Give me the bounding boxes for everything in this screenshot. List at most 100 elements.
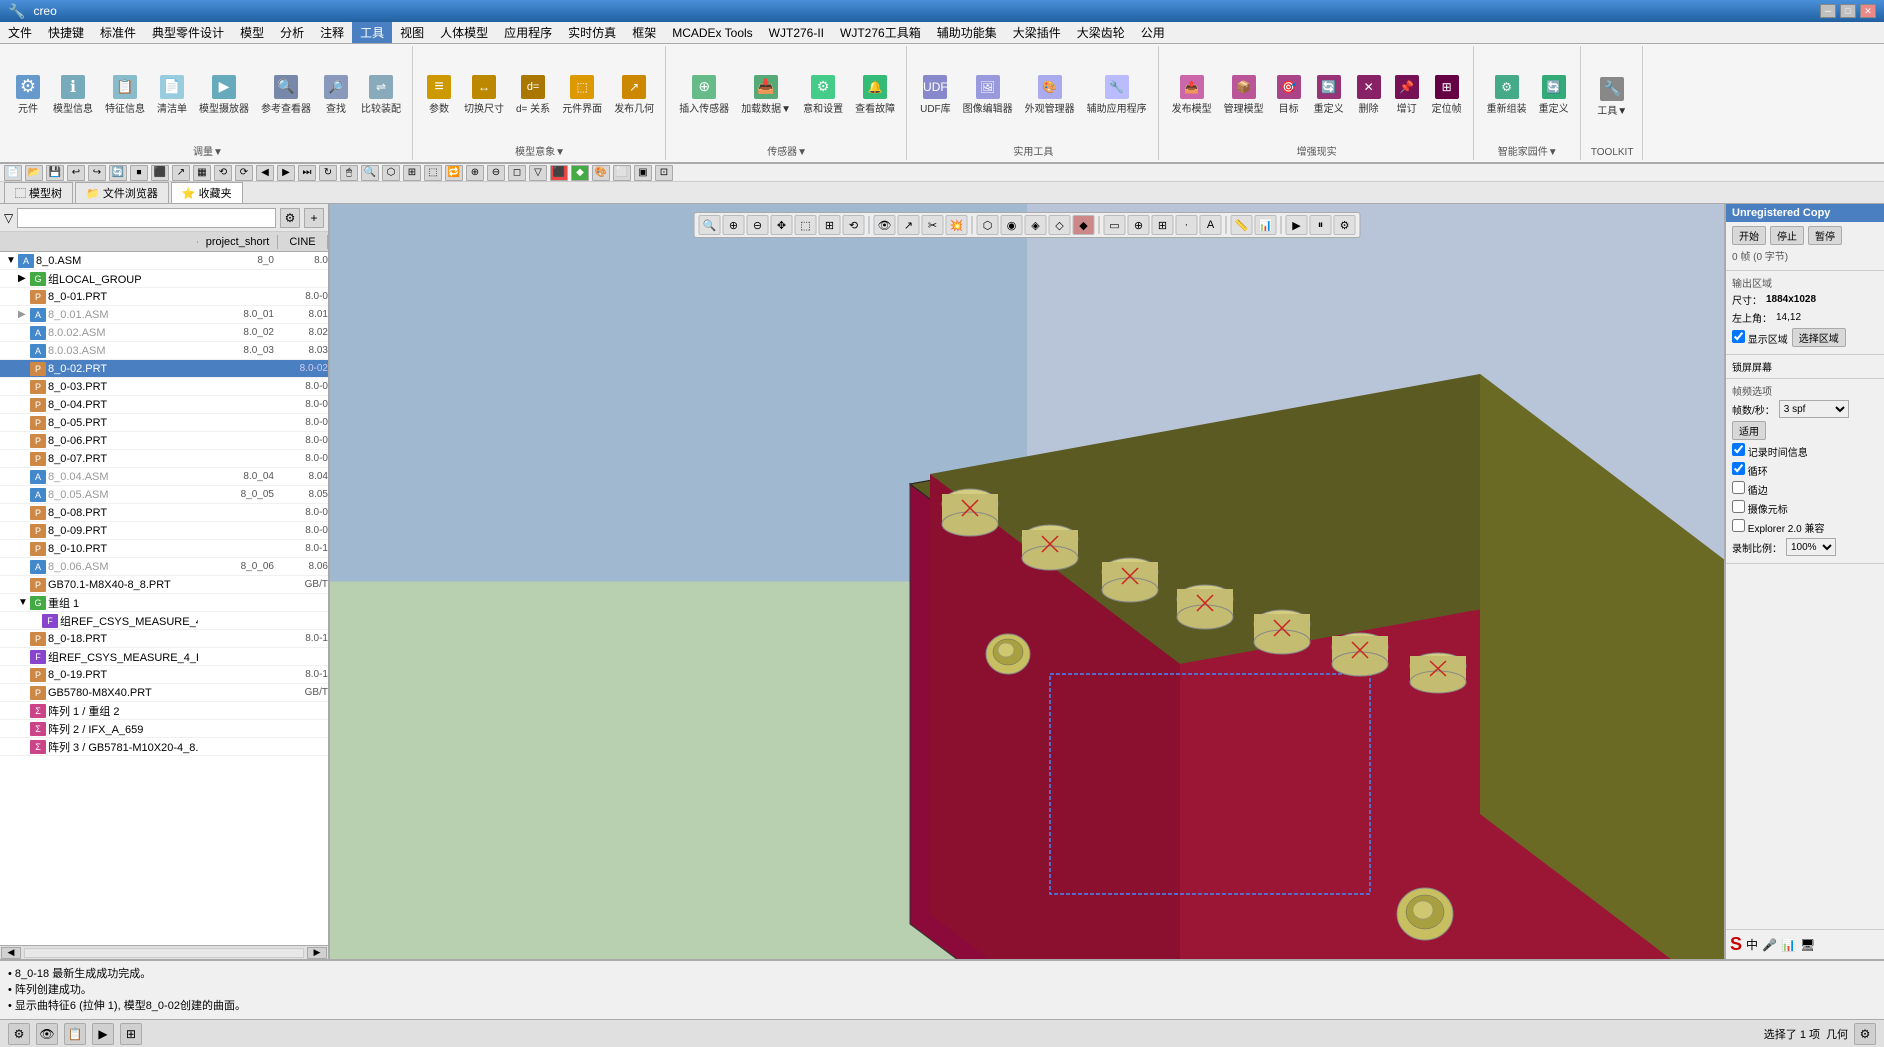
menu-item-WJT276工具箱[interactable]: WJT276工具箱 xyxy=(832,22,929,43)
ribbon-btn-mgr-model[interactable]: 📦 管理模型 xyxy=(1219,72,1269,118)
bb-settings[interactable]: ⚙ xyxy=(1854,1023,1876,1045)
menu-item-应用程序[interactable]: 应用程序 xyxy=(496,22,560,43)
menu-item-快捷键[interactable]: 快捷键 xyxy=(40,22,92,43)
qa-btn-25[interactable]: ⬛ xyxy=(550,165,568,181)
scroll-right[interactable]: ▶ xyxy=(307,947,327,959)
qa-btn-color[interactable]: 🎨 xyxy=(592,165,610,181)
tree-row-4[interactable]: ▶A8_0.01.ASM8.0_018.01 xyxy=(0,306,328,324)
vp-btn-zoom-window[interactable]: ⬚ xyxy=(795,215,817,235)
qa-btn-10[interactable]: ⟳ xyxy=(235,165,253,181)
menu-item-框架[interactable]: 框架 xyxy=(624,22,664,43)
tree-row-14[interactable]: A8_0.05.ASM8_0_058.05 xyxy=(0,486,328,504)
menu-item-模型[interactable]: 模型 xyxy=(232,22,272,43)
tree-row-11[interactable]: P8_0-06.PRT8.0-0 xyxy=(0,432,328,450)
qa-btn-11[interactable]: ◀ xyxy=(256,165,274,181)
vp-btn-zoom-fit[interactable]: ⊞ xyxy=(819,215,841,235)
menu-item-大梁齿轮[interactable]: 大梁齿轮 xyxy=(1069,22,1133,43)
tree-row-15[interactable]: P8_0-08.PRT8.0-0 xyxy=(0,504,328,522)
tree-row-12[interactable]: P8_0-07.PRT8.0-0 xyxy=(0,450,328,468)
subtab-favorites[interactable]: ⭐ 收藏夹 xyxy=(171,182,243,203)
ribbon-btn-ref-viewer[interactable]: 🔍 参考查看器 xyxy=(256,72,316,118)
qa-btn-13[interactable]: ⏭ xyxy=(298,165,316,181)
pause-button[interactable]: 暂停 xyxy=(1808,226,1842,245)
scroll-left[interactable]: ◀ xyxy=(1,947,21,959)
ribbon-btn-load-data[interactable]: 📥 加载数据▼ xyxy=(736,72,796,118)
tree-row-17[interactable]: P8_0-10.PRT8.0-1 xyxy=(0,540,328,558)
vp-btn-no-hidden[interactable]: ◇ xyxy=(1049,215,1071,235)
close-button[interactable]: ✕ xyxy=(1860,4,1876,18)
menu-item-视图[interactable]: 视图 xyxy=(392,22,432,43)
menu-item-实时仿真[interactable]: 实时仿真 xyxy=(560,22,624,43)
tree-row-23[interactable]: F组REF_CSYS_MEASURE_4_PLANES_1 xyxy=(0,648,328,666)
qa-btn-regen[interactable]: 🔄 xyxy=(109,165,127,181)
qa-btn-21[interactable]: ⊕ xyxy=(466,165,484,181)
vp-btn-section[interactable]: ✂ xyxy=(922,215,944,235)
tree-row-9[interactable]: P8_0-04.PRT8.0-0 xyxy=(0,396,328,414)
ribbon-btn-compare[interactable]: ⇌ 比较装配 xyxy=(356,72,406,118)
tree-row-25[interactable]: PGB5780-M8X40.PRTGB/T xyxy=(0,684,328,702)
qa-btn-new[interactable]: 📄 xyxy=(4,165,22,181)
vp-btn-datum-planes[interactable]: ▭ xyxy=(1104,215,1126,235)
vp-btn-measure[interactable]: 📏 xyxy=(1231,215,1253,235)
tree-row-13[interactable]: A8_0.04.ASM8.0_048.04 xyxy=(0,468,328,486)
bb-toggle-1[interactable]: ⚙ xyxy=(8,1023,30,1045)
ribbon-btn-relation[interactable]: d= d= 关系 xyxy=(511,72,555,118)
mic-icon[interactable]: 🎤 xyxy=(1762,938,1777,952)
vp-btn-active[interactable]: ◆ xyxy=(1073,215,1095,235)
show-area-checkbox[interactable] xyxy=(1732,330,1745,343)
loop-checkbox[interactable] xyxy=(1732,462,1745,475)
menu-item-工具[interactable]: 工具 xyxy=(352,22,392,43)
qa-btn-6[interactable]: ⬛ xyxy=(151,165,169,181)
maximize-button[interactable]: □ xyxy=(1840,4,1856,18)
ribbon-btn-position[interactable]: ⊞ 定位帧 xyxy=(1427,72,1467,118)
menu-item-MCADEx Tools[interactable]: MCADEx Tools xyxy=(664,24,760,42)
ribbon-btn-params[interactable]: ≡ 参数 xyxy=(421,72,457,118)
subtab-file-browser[interactable]: 📁 文件浏览器 xyxy=(75,182,169,203)
ribbon-btn-smart-redef[interactable]: 🔄 重定义 xyxy=(1534,72,1574,118)
ribbon-btn-model-info[interactable]: ℹ 模型信息 xyxy=(48,72,98,118)
menu-item-典型零件设计[interactable]: 典型零件设计 xyxy=(144,22,232,43)
menu-item-公用[interactable]: 公用 xyxy=(1133,22,1173,43)
vp-btn-datum-axes[interactable]: ⊕ xyxy=(1128,215,1150,235)
scale-select[interactable]: 100% 75% 50% xyxy=(1786,538,1836,556)
vp-btn-play[interactable]: ▶ xyxy=(1286,215,1308,235)
tree-content[interactable]: ▼A8_0.ASM8_08.0▶G组LOCAL_GROUPP8_0-01.PRT… xyxy=(0,252,328,945)
tree-row-7[interactable]: P8_0-02.PRT8.0-02 xyxy=(0,360,328,378)
menu-item-标准件[interactable]: 标准件 xyxy=(92,22,144,43)
bb-toggle-3[interactable]: 📋 xyxy=(64,1023,86,1045)
tree-row-26[interactable]: Σ阵列 1 / 重组 2 xyxy=(0,702,328,720)
tree-row-6[interactable]: A8.0.03.ASM8.0_038.03 xyxy=(0,342,328,360)
3d-viewport[interactable]: 🔍 ⊕ ⊖ ✥ ⬚ ⊞ ⟲ 👁 ↗ ✂ 💥 ⬡ ◉ ◈ ◇ ◆ ▭ ⊕ ⊞ · … xyxy=(330,204,1724,959)
ribbon-btn-survey[interactable]: 🔎 查找 xyxy=(318,72,354,118)
vp-btn-zoom-in[interactable]: ⊕ xyxy=(723,215,745,235)
menu-item-文件[interactable]: 文件 xyxy=(0,22,40,43)
filter-icon-2[interactable]: 🖥 xyxy=(1800,938,1815,952)
ribbon-btn-settings[interactable]: ⚙ 意和设置 xyxy=(798,72,848,118)
vp-btn-rotate[interactable]: ⟲ xyxy=(843,215,865,235)
tree-row-19[interactable]: PGB70.1-M8X40-8_8.PRTGB/T xyxy=(0,576,328,594)
vp-btn-datum-points[interactable]: · xyxy=(1176,215,1198,235)
ribbon-btn-clean[interactable]: 📄 清洁单 xyxy=(152,72,192,118)
tree-row-18[interactable]: A8_0.06.ASM8_0_068.06 xyxy=(0,558,328,576)
vp-btn-explode[interactable]: 💥 xyxy=(946,215,968,235)
ribbon-btn-delete[interactable]: ✕ 删除 xyxy=(1351,72,1387,118)
preview-checkbox[interactable] xyxy=(1732,500,1745,513)
vp-btn-datum-csys[interactable]: ⊞ xyxy=(1152,215,1174,235)
ribbon-btn-smart-asm[interactable]: ⚙ 重新组装 xyxy=(1482,72,1532,118)
qa-btn-save[interactable]: 💾 xyxy=(46,165,64,181)
tree-row-2[interactable]: ▶G组LOCAL_GROUP xyxy=(0,270,328,288)
vp-btn-hidden[interactable]: ◈ xyxy=(1025,215,1047,235)
tree-row-24[interactable]: P8_0-19.PRT8.0-1 xyxy=(0,666,328,684)
tree-row-5[interactable]: A8.0.02.ASM8.0_028.02 xyxy=(0,324,328,342)
qa-btn-20[interactable]: 🔁 xyxy=(445,165,463,181)
qa-btn-undo[interactable]: ↩ xyxy=(67,165,85,181)
vp-btn-analysis[interactable]: 📊 xyxy=(1255,215,1277,235)
qa-btn-14[interactable]: ↻ xyxy=(319,165,337,181)
vp-btn-wireframe[interactable]: ⬡ xyxy=(977,215,999,235)
menu-item-辅助功能集[interactable]: 辅助功能集 xyxy=(929,22,1005,43)
tree-toolbar-expand[interactable]: + xyxy=(304,208,324,228)
tree-row-3[interactable]: P8_0-01.PRT8.0-0 xyxy=(0,288,328,306)
ribbon-btn-appear-mgr[interactable]: 🎨 外观管理器 xyxy=(1020,72,1080,118)
ribbon-btn-insert-sensor[interactable]: ⊕ 插入传感器 xyxy=(674,72,734,118)
bb-toggle-5[interactable]: ⊞ xyxy=(120,1023,142,1045)
